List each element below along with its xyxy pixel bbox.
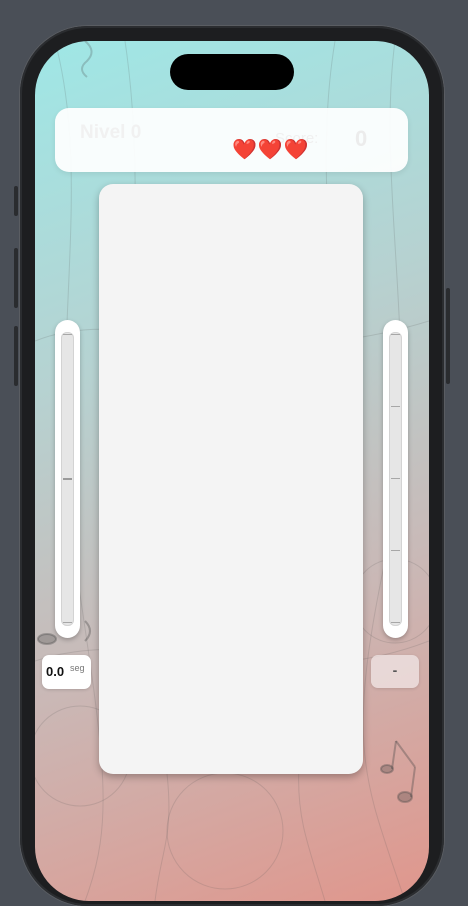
volume-up-button [14, 248, 18, 308]
timer-display: 0.0 seg [42, 655, 91, 689]
hud-panel: Nivel 0 Score: 0 ❤️❤️❤️ [55, 108, 408, 172]
slider-tick [391, 550, 400, 551]
game-board[interactable] [99, 184, 363, 774]
slider-tick [63, 622, 72, 623]
left-slider-track [61, 332, 74, 626]
lives-hearts-icon: ❤️❤️❤️ [232, 139, 310, 161]
left-slider[interactable] [55, 320, 80, 638]
slider-tick [391, 334, 400, 335]
level-label: Nivel 0 [80, 122, 142, 143]
slider-tick [391, 622, 400, 623]
dynamic-island [170, 54, 294, 90]
right-indicator-value: - [392, 662, 398, 678]
timer-unit: seg [70, 663, 85, 673]
slider-thumb[interactable] [391, 478, 400, 479]
volume-down-button [14, 326, 18, 386]
right-indicator: - [371, 655, 419, 688]
right-slider[interactable] [383, 320, 408, 638]
slider-thumb[interactable] [63, 478, 72, 480]
game-screen: Nivel 0 Score: 0 ❤️❤️❤️ 0.0 seg - [35, 41, 429, 901]
score-value: 0 [355, 126, 368, 151]
slider-tick [391, 406, 400, 407]
slider-tick [63, 334, 72, 335]
power-button [446, 288, 450, 384]
timer-value: 0.0 [46, 664, 65, 679]
action-button [14, 186, 18, 216]
right-slider-track [389, 332, 402, 626]
